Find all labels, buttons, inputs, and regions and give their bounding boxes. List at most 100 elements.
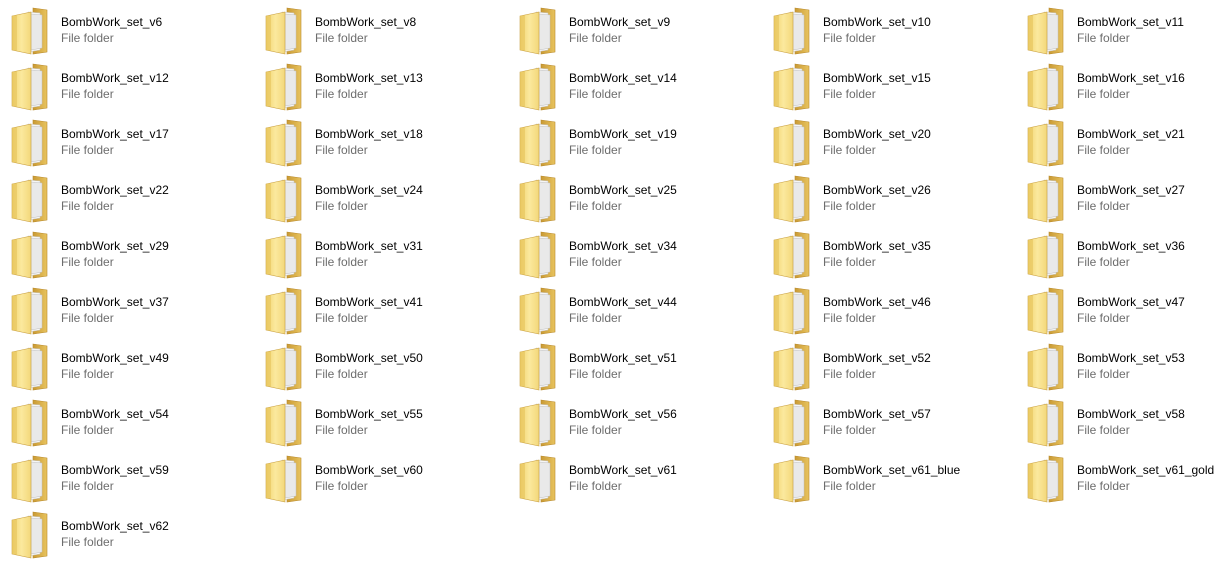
folder-icon bbox=[517, 230, 557, 280]
folder-item[interactable]: BombWork_set_v61_gold File folder bbox=[1016, 451, 1230, 507]
folder-icon bbox=[771, 454, 811, 504]
folder-item[interactable]: BombWork_set_v54 File folder bbox=[0, 395, 254, 451]
folder-type: File folder bbox=[315, 255, 368, 269]
folder-item[interactable]: BombWork_set_v55 File folder bbox=[254, 395, 508, 451]
folder-item[interactable]: BombWork_set_v47 File folder bbox=[1016, 283, 1230, 339]
folder-item[interactable]: BombWork_set_v14 File folder bbox=[508, 59, 762, 115]
folder-item[interactable]: BombWork_set_v9 File folder bbox=[508, 3, 762, 59]
folder-icon bbox=[9, 6, 49, 56]
folder-type: File folder bbox=[61, 87, 114, 101]
folder-item[interactable]: BombWork_set_v26 File folder bbox=[762, 171, 1016, 227]
folder-name: BombWork_set_v21 bbox=[1077, 127, 1185, 141]
folder-icon bbox=[517, 398, 557, 448]
folder-item[interactable]: BombWork_set_v31 File folder bbox=[254, 227, 508, 283]
folder-name: BombWork_set_v26 bbox=[823, 183, 931, 197]
folder-name: BombWork_set_v20 bbox=[823, 127, 931, 141]
folder-item[interactable]: BombWork_set_v19 File folder bbox=[508, 115, 762, 171]
folder-name: BombWork_set_v8 bbox=[315, 15, 417, 29]
folder-item[interactable]: BombWork_set_v15 File folder bbox=[762, 59, 1016, 115]
folder-item[interactable]: BombWork_set_v58 File folder bbox=[1016, 395, 1230, 451]
folder-type: File folder bbox=[315, 199, 368, 213]
folder-item[interactable]: BombWork_set_v52 File folder bbox=[762, 339, 1016, 395]
folder-item[interactable]: BombWork_set_v61_blue File folder bbox=[762, 451, 1016, 507]
folder-name: BombWork_set_v22 bbox=[61, 183, 169, 197]
folder-item[interactable]: BombWork_set_v13 File folder bbox=[254, 59, 508, 115]
folder-icon bbox=[9, 62, 49, 112]
folder-name: BombWork_set_v27 bbox=[1077, 183, 1185, 197]
folder-icon bbox=[1025, 174, 1065, 224]
folder-type: File folder bbox=[823, 367, 876, 381]
folder-type: File folder bbox=[823, 423, 876, 437]
folder-name: BombWork_set_v57 bbox=[823, 407, 931, 421]
folder-name: BombWork_set_v6 bbox=[61, 15, 163, 29]
folder-item[interactable]: BombWork_set_v41 File folder bbox=[254, 283, 508, 339]
folder-item[interactable]: BombWork_set_v18 File folder bbox=[254, 115, 508, 171]
folder-item[interactable]: BombWork_set_v53 File folder bbox=[1016, 339, 1230, 395]
folder-name: BombWork_set_v55 bbox=[315, 407, 423, 421]
folder-item[interactable]: BombWork_set_v60 File folder bbox=[254, 451, 508, 507]
folder-item[interactable]: BombWork_set_v16 File folder bbox=[1016, 59, 1230, 115]
folder-icon bbox=[1025, 6, 1065, 56]
folder-item[interactable]: BombWork_set_v6 File folder bbox=[0, 3, 254, 59]
folder-item[interactable]: BombWork_set_v34 File folder bbox=[508, 227, 762, 283]
folder-type: File folder bbox=[569, 31, 622, 45]
folder-type: File folder bbox=[569, 367, 622, 381]
folder-name: BombWork_set_v49 bbox=[61, 351, 169, 365]
folder-icon bbox=[263, 230, 303, 280]
folder-icon bbox=[517, 118, 557, 168]
folder-type: File folder bbox=[1077, 423, 1130, 437]
folder-item[interactable]: BombWork_set_v36 File folder bbox=[1016, 227, 1230, 283]
folder-item[interactable]: BombWork_set_v22 File folder bbox=[0, 171, 254, 227]
folder-item[interactable]: BombWork_set_v12 File folder bbox=[0, 59, 254, 115]
folder-type: File folder bbox=[1077, 255, 1130, 269]
folder-icon bbox=[9, 286, 49, 336]
folder-item[interactable]: BombWork_set_v59 File folder bbox=[0, 451, 254, 507]
folder-icon bbox=[1025, 230, 1065, 280]
folder-type: File folder bbox=[823, 87, 876, 101]
folder-name: BombWork_set_v59 bbox=[61, 463, 169, 477]
folder-item[interactable]: BombWork_set_v35 File folder bbox=[762, 227, 1016, 283]
folder-item[interactable]: BombWork_set_v51 File folder bbox=[508, 339, 762, 395]
folder-icon bbox=[517, 342, 557, 392]
folder-item[interactable]: BombWork_set_v24 File folder bbox=[254, 171, 508, 227]
folder-type: File folder bbox=[61, 311, 114, 325]
folder-item[interactable]: BombWork_set_v44 File folder bbox=[508, 283, 762, 339]
folder-name: BombWork_set_v11 bbox=[1077, 15, 1184, 29]
folder-item[interactable]: BombWork_set_v20 File folder bbox=[762, 115, 1016, 171]
folder-item[interactable]: BombWork_set_v49 File folder bbox=[0, 339, 254, 395]
folder-name: BombWork_set_v13 bbox=[315, 71, 423, 85]
folder-name: BombWork_set_v34 bbox=[569, 239, 677, 253]
folder-icon bbox=[1025, 454, 1065, 504]
folder-item[interactable]: BombWork_set_v17 File folder bbox=[0, 115, 254, 171]
folder-item[interactable]: BombWork_set_v57 File folder bbox=[762, 395, 1016, 451]
folder-name: BombWork_set_v56 bbox=[569, 407, 677, 421]
file-list-tiles-view: BombWork_set_v6 File folder BombWork_set… bbox=[0, 0, 1230, 568]
folder-item[interactable]: BombWork_set_v56 File folder bbox=[508, 395, 762, 451]
folder-icon bbox=[9, 118, 49, 168]
folder-item[interactable]: BombWork_set_v61 File folder bbox=[508, 451, 762, 507]
folder-name: BombWork_set_v46 bbox=[823, 295, 931, 309]
folder-item[interactable]: BombWork_set_v50 File folder bbox=[254, 339, 508, 395]
folder-name: BombWork_set_v15 bbox=[823, 71, 931, 85]
folder-type: File folder bbox=[569, 423, 622, 437]
folder-item[interactable]: BombWork_set_v46 File folder bbox=[762, 283, 1016, 339]
folder-icon bbox=[263, 342, 303, 392]
folder-type: File folder bbox=[1077, 31, 1130, 45]
folder-name: BombWork_set_v58 bbox=[1077, 407, 1185, 421]
folder-type: File folder bbox=[823, 31, 876, 45]
folder-item[interactable]: BombWork_set_v29 File folder bbox=[0, 227, 254, 283]
folder-type: File folder bbox=[61, 255, 114, 269]
folder-item[interactable]: BombWork_set_v25 File folder bbox=[508, 171, 762, 227]
folder-item[interactable]: BombWork_set_v10 File folder bbox=[762, 3, 1016, 59]
folder-icon bbox=[771, 342, 811, 392]
folder-item[interactable]: BombWork_set_v21 File folder bbox=[1016, 115, 1230, 171]
folder-name: BombWork_set_v29 bbox=[61, 239, 169, 253]
folder-item[interactable]: BombWork_set_v37 File folder bbox=[0, 283, 254, 339]
folder-item[interactable]: BombWork_set_v27 File folder bbox=[1016, 171, 1230, 227]
folder-icon bbox=[771, 286, 811, 336]
folder-item[interactable]: BombWork_set_v11 File folder bbox=[1016, 3, 1230, 59]
folder-item[interactable]: BombWork_set_v8 File folder bbox=[254, 3, 508, 59]
folder-item[interactable]: BombWork_set_v62 File folder bbox=[0, 507, 254, 563]
folder-name: BombWork_set_v53 bbox=[1077, 351, 1185, 365]
folder-type: File folder bbox=[61, 367, 114, 381]
